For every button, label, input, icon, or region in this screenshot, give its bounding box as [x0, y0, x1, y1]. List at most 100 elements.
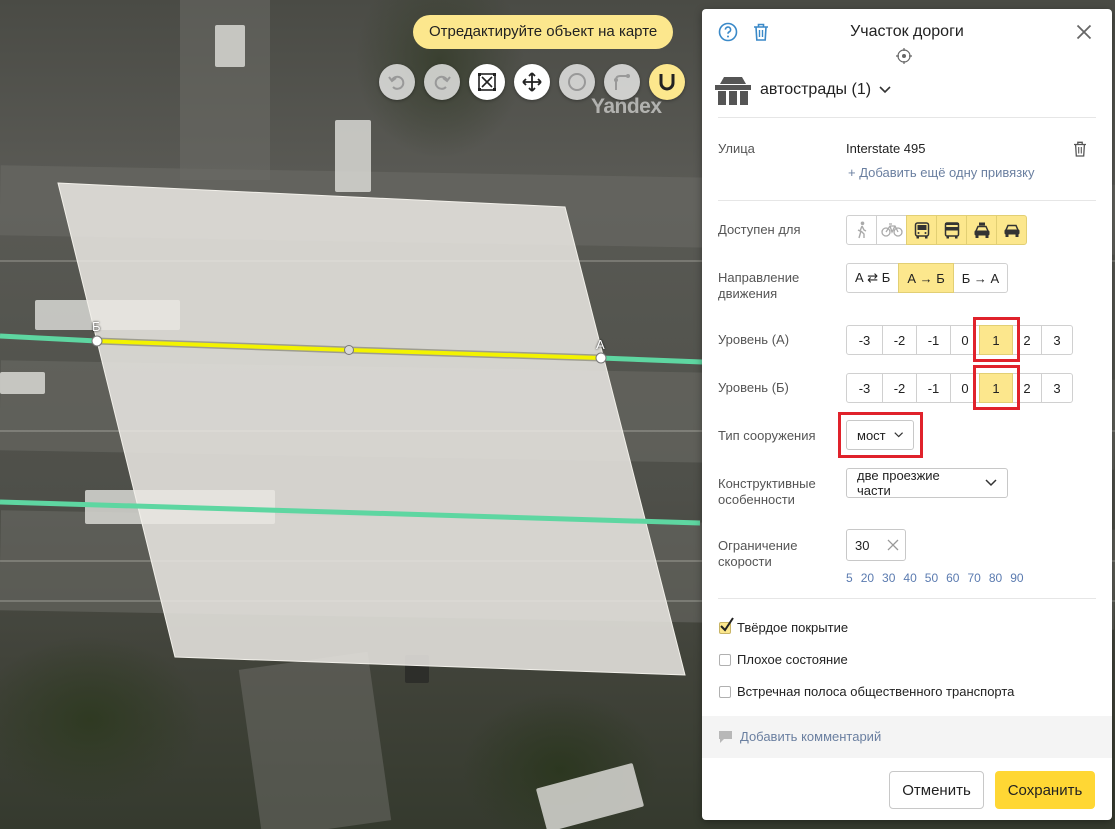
vertex-handle-a	[595, 352, 607, 364]
level-a-option[interactable]: 2	[1012, 325, 1042, 355]
bad-condition-checkbox[interactable]: Плохое состояние	[719, 652, 848, 667]
level-a-option[interactable]: -3	[846, 325, 883, 355]
level-b-option[interactable]: 2	[1012, 373, 1042, 403]
access-taxi[interactable]	[966, 215, 997, 245]
direction-option[interactable]: А → Б	[898, 263, 954, 293]
taxi-icon	[974, 222, 989, 238]
truck-icon	[944, 221, 959, 238]
bbox-edit-button[interactable]	[469, 64, 505, 100]
bridge-polygon	[57, 182, 686, 676]
level-a-option[interactable]: 3	[1041, 325, 1073, 355]
access-truck[interactable]	[936, 215, 967, 245]
direction-option[interactable]: А ⇄ Б	[846, 263, 900, 293]
level-a-option[interactable]: -2	[882, 325, 917, 355]
level-a-option[interactable]: 1	[979, 325, 1013, 355]
angle-icon	[614, 74, 630, 90]
divider	[718, 200, 1096, 201]
road-segment-panel: Участок дороги автострады (1) Улица Inte…	[702, 9, 1112, 820]
undo-button[interactable]	[379, 64, 415, 100]
checkbox-label: Встречная полоса общественного транспорт…	[737, 684, 1015, 699]
level-b-option[interactable]: -1	[916, 373, 951, 403]
checkbox-box	[719, 653, 731, 666]
level-a-option[interactable]: 0	[950, 325, 980, 355]
road-type-dropdown[interactable]: автострады (1)	[714, 75, 891, 105]
speed-preset[interactable]: 50	[925, 571, 938, 585]
undo-icon	[388, 75, 405, 90]
structure-type-value: мост	[857, 427, 886, 443]
level-b-label: Уровень (Б)	[718, 380, 789, 395]
access-pedestrian[interactable]	[846, 215, 877, 245]
street-label: Улица	[718, 141, 755, 156]
oncoming-transit-lane-checkbox[interactable]: Встречная полоса общественного транспорт…	[719, 684, 1014, 699]
add-binding-link[interactable]: + Добавить ещё одну привязку	[848, 165, 1034, 180]
speed-preset[interactable]: 40	[903, 571, 916, 585]
speed-preset[interactable]: 60	[946, 571, 959, 585]
direction-selector: А ⇄ Б А → Б Б → А	[846, 263, 1009, 293]
street-value[interactable]: Interstate 495	[846, 141, 926, 156]
circle-tool-button[interactable]	[559, 64, 595, 100]
bus-icon	[914, 221, 929, 238]
speed-preset[interactable]: 20	[861, 571, 874, 585]
trash-icon[interactable]	[1073, 141, 1087, 157]
bicycle-icon	[880, 223, 903, 237]
level-a-selector: -3 -2 -1 0 1 2 3	[846, 325, 1073, 355]
redo-button[interactable]	[424, 64, 460, 100]
bbox-edit-icon	[478, 73, 496, 91]
chevron-down-icon	[985, 479, 997, 487]
access-bus[interactable]	[906, 215, 937, 245]
level-b-option[interactable]: 3	[1041, 373, 1073, 403]
hard-surface-checkbox[interactable]: Твёрдое покрытие	[719, 616, 849, 635]
chevron-down-icon	[879, 86, 891, 94]
speed-preset[interactable]: 70	[967, 571, 980, 585]
level-b-option[interactable]: -2	[882, 373, 917, 403]
add-comment-link[interactable]: Добавить комментарий	[718, 729, 881, 744]
close-icon	[1076, 24, 1092, 40]
point-a-label: А	[596, 337, 605, 352]
checkbox-label: Твёрдое покрытие	[737, 620, 849, 635]
locate-object-icon[interactable]	[896, 48, 912, 64]
magnet-button[interactable]	[649, 64, 685, 100]
speed-preset[interactable]: 30	[882, 571, 895, 585]
speed-presets: 5 20 30 40 50 60 70 80 90	[846, 571, 1024, 585]
edit-hint-tooltip: Отредактируйте объект на карте	[413, 15, 674, 49]
level-b-option[interactable]: -3	[846, 373, 883, 403]
level-a-label: Уровень (А)	[718, 332, 790, 347]
construction-value: две проезжие части	[857, 468, 940, 498]
level-b-option[interactable]: 0	[950, 373, 980, 403]
speed-limit-input[interactable]: 30	[846, 529, 906, 561]
chevron-down-icon	[893, 432, 903, 438]
level-a-option[interactable]: -1	[916, 325, 951, 355]
structure-type-select[interactable]: мост	[846, 420, 914, 450]
checkbox-box	[719, 685, 731, 698]
divider	[718, 117, 1096, 118]
speed-preset[interactable]: 90	[1010, 571, 1023, 585]
comment-icon	[719, 730, 732, 743]
access-car[interactable]	[996, 215, 1027, 245]
move-button[interactable]	[514, 64, 550, 100]
highway-icon	[715, 77, 751, 105]
road-line	[0, 333, 98, 344]
speed-limit-value: 30	[855, 537, 870, 553]
divider	[718, 598, 1096, 599]
close-button[interactable]	[1073, 21, 1095, 43]
angle-tool-button[interactable]	[604, 64, 640, 100]
access-bicycle[interactable]	[876, 215, 907, 245]
magnet-icon	[659, 74, 675, 91]
construction-label: Конструктивные особенности	[718, 476, 816, 507]
level-b-selector: -3 -2 -1 0 1 2 3	[846, 373, 1073, 403]
speed-preset[interactable]: 5	[846, 571, 853, 585]
level-b-option[interactable]: 1	[979, 373, 1013, 403]
construction-select[interactable]: две проезжие части	[846, 468, 1008, 498]
move-icon	[522, 72, 542, 92]
speed-preset[interactable]: 80	[989, 571, 1002, 585]
save-button[interactable]: Сохранить	[995, 771, 1095, 809]
point-b-label: Б	[92, 319, 101, 334]
map-toolbar	[379, 64, 685, 100]
clear-icon[interactable]	[887, 539, 899, 551]
structure-type-label: Тип сооружения	[718, 428, 816, 443]
direction-option[interactable]: Б → А	[952, 263, 1009, 293]
direction-label: Направление движения	[718, 270, 800, 301]
road-line	[600, 355, 703, 365]
checkbox-box	[719, 616, 734, 634]
cancel-button[interactable]: Отменить	[889, 771, 984, 809]
